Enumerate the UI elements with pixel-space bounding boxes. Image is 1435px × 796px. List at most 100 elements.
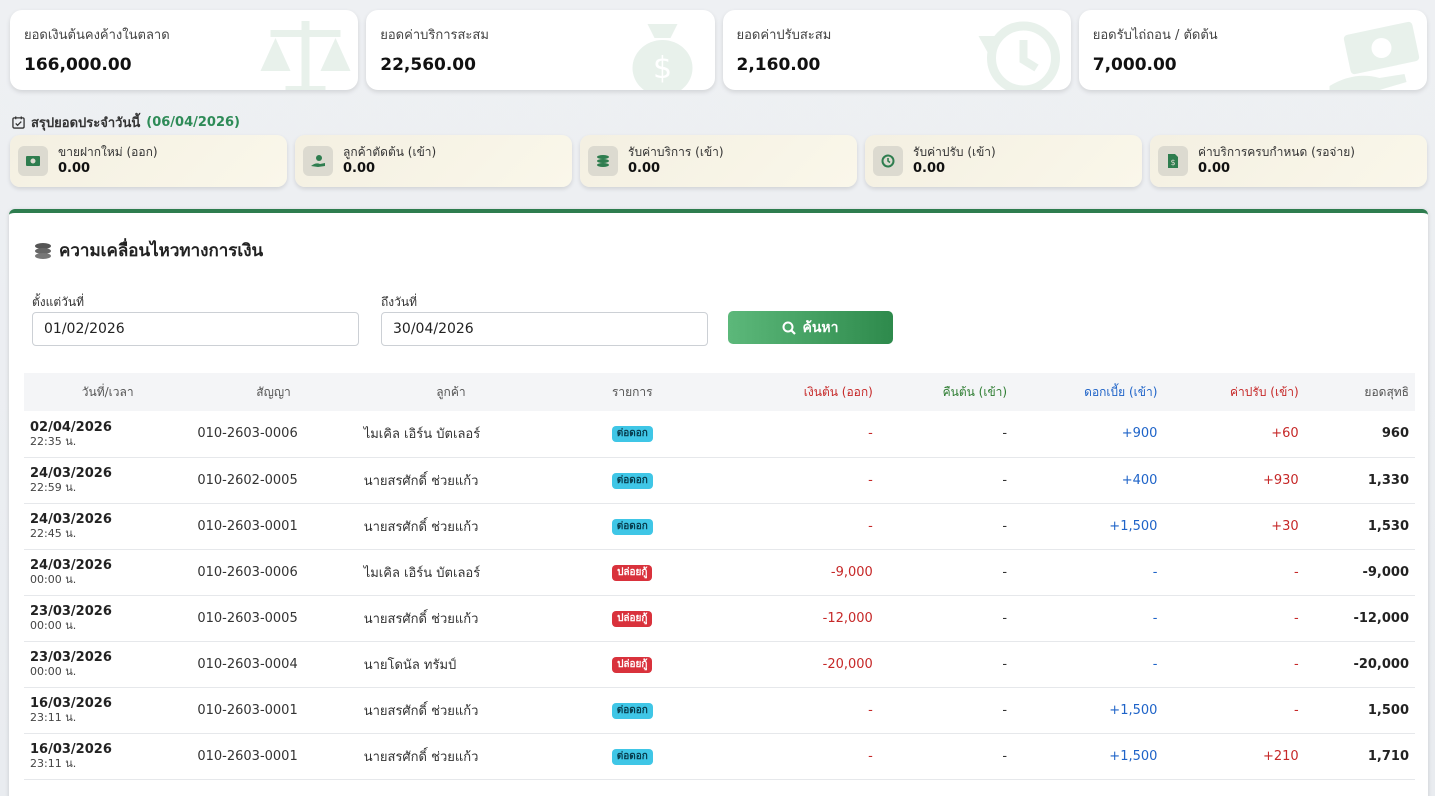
col-header-customer[interactable]: ลูกค้า xyxy=(356,373,546,411)
cell-fine: +930 xyxy=(1262,472,1299,488)
table-row[interactable]: 24/03/2026 22:45 น. 010-2603-0001 นายสรศักด… xyxy=(24,503,1415,549)
cell-fine: +60 xyxy=(1271,426,1299,442)
cell-interest: +1,500 xyxy=(1109,518,1158,534)
type-badge: ต่อดอก xyxy=(611,518,653,535)
cell-datetime: 02/04/2026 22:35 น. xyxy=(24,411,191,457)
coins-icon xyxy=(588,146,618,176)
type-badge: ปล่อยกู้ xyxy=(612,656,653,673)
stats-row: ยอดเงินต้นคงค้างในตลาด 166,000.00 ยอดค่า… xyxy=(10,10,1427,90)
cell-principal-out: - xyxy=(868,518,873,534)
daily-card-new-loan: ขายฝากใหม่ (ออก) 0.00 xyxy=(10,135,287,187)
cell-interest: - xyxy=(1152,610,1158,626)
cell-net: 1,500 xyxy=(1367,702,1409,718)
daily-summary-title: สรุปยอดประจำวันนี้ (06/04/2026) xyxy=(12,112,240,133)
table-row[interactable]: 16/03/2026 23:11 น. 010-2603-0001 นายสรศักด… xyxy=(24,733,1415,779)
col-header-net[interactable]: ยอดสุทธิ xyxy=(1305,373,1415,411)
cell-date: 24/03/2026 xyxy=(30,558,112,573)
cell-type: ต่อดอก xyxy=(546,687,718,733)
calendar-check-icon xyxy=(12,116,25,129)
cell-date: 16/03/2026 xyxy=(30,742,112,757)
svg-text:$: $ xyxy=(652,51,671,86)
financial-movement-panel: ความเคลื่อนไหวทางการเงิน ตั้งแต่วันที่ 0… xyxy=(9,209,1428,796)
cash-out-icon xyxy=(18,146,48,176)
table-row[interactable]: 02/04/2026 22:35 น. 010-2603-0006 ไมเคิล เอ… xyxy=(24,411,1415,457)
cell-contract: 010-2603-0005 xyxy=(197,610,298,626)
table-row[interactable]: 24/03/2026 00:00 น. 010-2603-0006 ไมเคิล เอ… xyxy=(24,549,1415,595)
cell-datetime: 16/03/2026 23:11 น. xyxy=(24,733,191,779)
cell-interest: +1,500 xyxy=(1109,748,1158,764)
cell-principal-out: - xyxy=(868,472,873,488)
cell-customer: ไมเคิล เอิร์น บัตเลอร์ xyxy=(363,565,481,581)
col-header-principal-in[interactable]: คืนต้น (เข้า) xyxy=(879,373,1013,411)
invoice-icon: $ xyxy=(1158,146,1188,176)
col-header-type[interactable]: รายการ xyxy=(546,373,718,411)
type-badge: ต่อดอก xyxy=(611,702,653,719)
cell-net: 1,710 xyxy=(1367,748,1409,764)
col-header-contract[interactable]: สัญญา xyxy=(191,373,355,411)
cell-net: 1,330 xyxy=(1367,472,1409,488)
panel-title-text: ความเคลื่อนไหวทางการเงิน xyxy=(59,241,264,261)
cell-principal-in: - xyxy=(1002,656,1008,672)
table-row[interactable]: 16/03/2026 23:11 น. 010-2603-0001 นายสรศักด… xyxy=(24,687,1415,733)
stat-card-fine: ยอดค่าปรับสะสม 2,160.00 xyxy=(722,10,1071,90)
cell-type: ปล่อยกู้ xyxy=(546,641,718,687)
to-date-label: ถึงวันที่ xyxy=(381,295,417,309)
cell-datetime: 12/03/2026 xyxy=(24,779,191,796)
cell-datetime: 16/03/2026 23:11 น. xyxy=(24,687,191,733)
col-header-principal-out[interactable]: เงินต้น (ออก) xyxy=(718,373,878,411)
cell-datetime: 24/03/2026 22:45 น. xyxy=(24,503,191,549)
cell-contract xyxy=(191,779,355,796)
stat-card-service-fee: ยอดค่าบริการสะสม 22,560.00 $ xyxy=(366,10,715,90)
type-badge: ต่อดอก xyxy=(611,426,653,443)
table-row[interactable]: 23/03/2026 00:00 น. 010-2603-0004 นายโดนัล … xyxy=(24,641,1415,687)
cell-fine: +30 xyxy=(1271,518,1299,534)
svg-text:$: $ xyxy=(1170,158,1175,167)
cell-type: ต่อดอก xyxy=(546,733,718,779)
cell-customer: นายสรศักดิ์ ช่วยแก้ว xyxy=(363,473,479,489)
daily-label: ขายฝากใหม่ (ออก) xyxy=(58,145,158,159)
table-row[interactable]: 24/03/2026 22:59 น. 010-2602-0005 นายสรศักด… xyxy=(24,457,1415,503)
daily-value: 0.00 xyxy=(58,161,91,176)
cell-principal-in: - xyxy=(1002,426,1008,442)
cell-time: 22:59 น. xyxy=(30,481,77,494)
cell-interest: +400 xyxy=(1121,472,1158,488)
cell-net: -12,000 xyxy=(1353,610,1409,626)
hand-coin-icon xyxy=(303,146,333,176)
cell-type: ต่อดอก xyxy=(546,503,718,549)
cell-type: ปล่อยกู้ xyxy=(546,595,718,641)
cell-time: 23:11 น. xyxy=(30,757,77,770)
cell-customer: นายสรศักดิ์ ช่วยแก้ว xyxy=(363,611,479,627)
cell-customer xyxy=(356,779,546,796)
cell-type: ต่อดอก xyxy=(546,457,718,503)
daily-summary-label: สรุปยอดประจำวันนี้ xyxy=(31,116,141,131)
table-row[interactable]: 23/03/2026 00:00 น. 010-2603-0005 นายสรศักด… xyxy=(24,595,1415,641)
cell-principal-out: - xyxy=(868,702,873,718)
cell-time: 00:00 น. xyxy=(30,573,77,586)
cell-customer: นายสรศักดิ์ ช่วยแก้ว xyxy=(363,749,479,765)
cell-datetime: 23/03/2026 00:00 น. xyxy=(24,641,191,687)
table-row[interactable]: 12/03/2026 xyxy=(24,779,1415,796)
cell-customer: นายสรศักดิ์ ช่วยแก้ว xyxy=(363,703,479,719)
cell-net: 960 xyxy=(1381,426,1409,442)
cell-principal-in: - xyxy=(1002,518,1008,534)
cell-time: 22:35 น. xyxy=(30,434,77,448)
clock-rotate-icon xyxy=(873,146,903,176)
cell-customer: ไมเคิล เอิร์น บัตเลอร์ xyxy=(363,427,481,443)
cell-net: 1,530 xyxy=(1367,518,1409,534)
cell-principal-out: -9,000 xyxy=(830,564,873,580)
search-button[interactable]: ค้นหา xyxy=(728,311,893,344)
daily-card-fine-in: รับค่าปรับ (เข้า) 0.00 xyxy=(865,135,1142,187)
to-date-input[interactable]: 30/04/2026 xyxy=(381,312,708,346)
daily-summary-date: (06/04/2026) xyxy=(146,115,240,130)
cell-principal-out xyxy=(718,779,878,796)
col-header-interest[interactable]: ดอกเบี้ย (เข้า) xyxy=(1013,373,1163,411)
col-header-datetime[interactable]: วันที่/เวลา xyxy=(24,373,191,411)
cell-time: 23:11 น. xyxy=(30,711,77,724)
from-date-input[interactable]: 01/02/2026 xyxy=(32,312,359,346)
type-badge: ต่อดอก xyxy=(611,748,653,765)
daily-cards-row: ขายฝากใหม่ (ออก) 0.00 ลูกค้าตัดต้น (เข้า… xyxy=(10,135,1427,187)
col-header-fine[interactable]: ค่าปรับ (เข้า) xyxy=(1163,373,1304,411)
cell-type: ต่อดอก xyxy=(546,411,718,457)
cell-interest xyxy=(1013,779,1163,796)
cell-interest: - xyxy=(1152,564,1158,580)
